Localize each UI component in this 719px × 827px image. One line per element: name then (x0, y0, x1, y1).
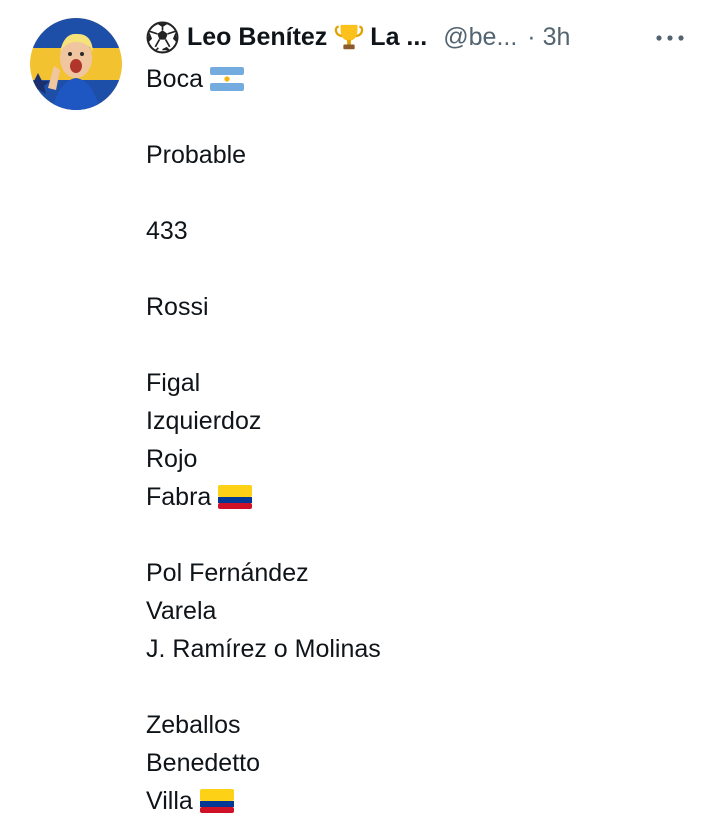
tweet-line-text: Figal (146, 369, 201, 397)
author-name-text: Leo Benítez (187, 23, 328, 51)
tweet-text: Boca Probable 433 Rossi Figal Izquierdoz Rojo… (146, 60, 686, 820)
tweet-timestamp[interactable]: · 3h (527, 20, 570, 54)
colombia-flag-icon (218, 485, 253, 509)
tweet-line-text: Villa (146, 787, 193, 815)
tweet-line: Probable (146, 136, 686, 174)
tweet-header: Leo Benítez La ... @be... · 3h (146, 20, 696, 54)
tweet-line: Varela (146, 592, 686, 630)
soccer-ball-icon (146, 21, 179, 53)
tweet-line: Rossi (146, 288, 686, 326)
tweet-line: Izquierdoz (146, 402, 686, 440)
tweet-line-text: Rojo (146, 445, 198, 473)
tweet-line: Rojo (146, 440, 686, 478)
tweet-line: 433 (146, 212, 686, 250)
tweet-line-text: Benedetto (146, 749, 260, 777)
tweet-line: Benedetto (146, 744, 686, 782)
trophy-icon (335, 24, 364, 50)
tweet-line: Boca (146, 60, 686, 98)
avatar[interactable] (30, 18, 122, 110)
tweet-line: Figal (146, 364, 686, 402)
tweet-line: Villa (146, 782, 686, 820)
tweet-line-text: Probable (146, 141, 247, 169)
tweet-line-text: Fabra (146, 483, 212, 511)
argentina-flag-icon (209, 67, 244, 91)
tweet-line-text: Varela (146, 597, 217, 625)
tweet-line-text: Rossi (146, 293, 209, 321)
more-dots-icon[interactable] (655, 34, 685, 42)
author-name-suffix: La ... (370, 23, 428, 51)
tweet-line-text: J. Ramírez o Molinas (146, 635, 381, 663)
tweet-line-text: 433 (146, 217, 188, 245)
tweet-line-text: Boca (146, 65, 203, 93)
tweet-line: Pol Fernández (146, 554, 686, 592)
author-name[interactable]: Leo Benítez La ... (146, 20, 427, 54)
tweet[interactable]: Leo Benítez La ... @be... · 3h Boca Prob… (0, 0, 719, 827)
colombia-flag-icon (199, 789, 234, 813)
tweet-line-text: Izquierdoz (146, 407, 262, 435)
tweet-line: J. Ramírez o Molinas (146, 630, 686, 668)
tweet-line: Fabra (146, 478, 686, 516)
tweet-line: Zeballos (146, 706, 686, 744)
avatar-image (30, 18, 122, 110)
author-handle[interactable]: @be... (443, 20, 517, 54)
tweet-line-text: Pol Fernández (146, 559, 309, 587)
tweet-line-text: Zeballos (146, 711, 241, 739)
